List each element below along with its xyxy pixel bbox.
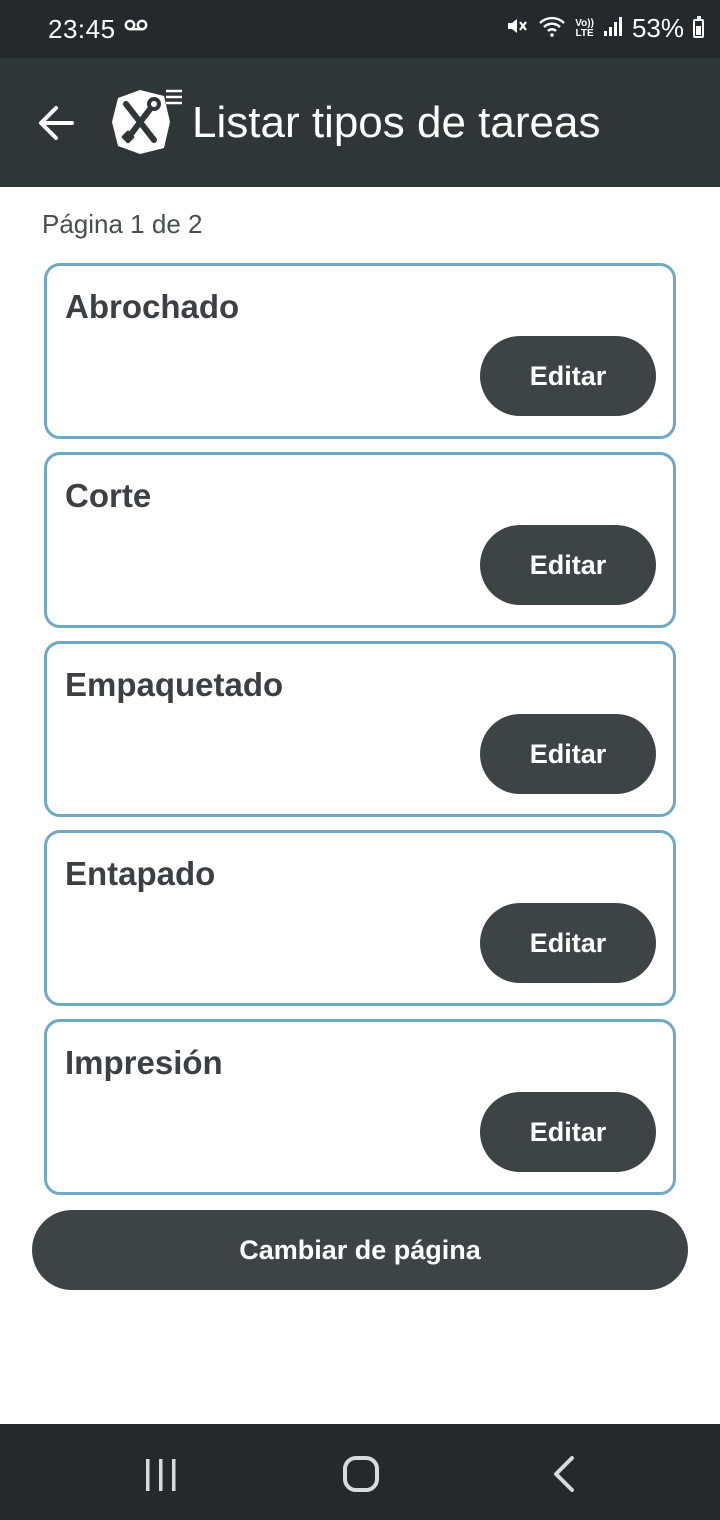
nav-bar	[0, 1424, 720, 1520]
home-icon[interactable]	[342, 1455, 380, 1498]
signal-icon	[603, 15, 623, 42]
edit-button[interactable]: Editar	[480, 336, 656, 416]
change-page-button[interactable]: Cambiar de página	[32, 1210, 688, 1290]
edit-button[interactable]: Editar	[480, 714, 656, 794]
status-bar: 23:45 Vo)) LTE 53%	[0, 0, 720, 58]
task-name: Entapado	[65, 855, 216, 892]
volte-bottom-label: LTE	[575, 27, 594, 39]
task-name: Abrochado	[65, 288, 240, 325]
volte-icon: Vo)) LTE	[575, 17, 594, 39]
battery-icon	[693, 16, 704, 38]
task-name: Empaquetado	[65, 666, 284, 703]
task-name: Impresión	[65, 1044, 223, 1081]
task-card: Corte Editar	[44, 452, 676, 628]
mute-icon	[505, 14, 529, 43]
page-indicator: Página 1 de 2	[42, 209, 203, 239]
battery-percentage: 53%	[631, 13, 684, 43]
recents-icon[interactable]	[143, 1458, 179, 1497]
task-card: Entapado Editar	[44, 830, 676, 1006]
voicemail-icon	[124, 18, 148, 37]
app-bar: Listar tipos de tareas	[0, 58, 720, 187]
arrow-left-icon[interactable]	[36, 104, 76, 147]
tools-list-icon	[110, 88, 188, 161]
edit-button[interactable]: Editar	[480, 1092, 656, 1172]
edit-button[interactable]: Editar	[480, 903, 656, 983]
task-name: Corte	[65, 477, 152, 514]
volte-top-label: Vo))	[575, 17, 594, 29]
task-list: Abrochado Editar Corte Editar Empaquetad…	[44, 263, 676, 1208]
task-card: Empaquetado Editar	[44, 641, 676, 817]
page-title: Listar tipos de tareas	[192, 98, 601, 147]
status-icons: Vo)) LTE 53%	[505, 13, 704, 44]
task-card: Impresión Editar	[44, 1019, 676, 1195]
back-icon[interactable]	[550, 1455, 580, 1498]
edit-button[interactable]: Editar	[480, 525, 656, 605]
task-card: Abrochado Editar	[44, 263, 676, 439]
wifi-icon	[538, 14, 566, 43]
status-time: 23:45	[48, 14, 116, 44]
